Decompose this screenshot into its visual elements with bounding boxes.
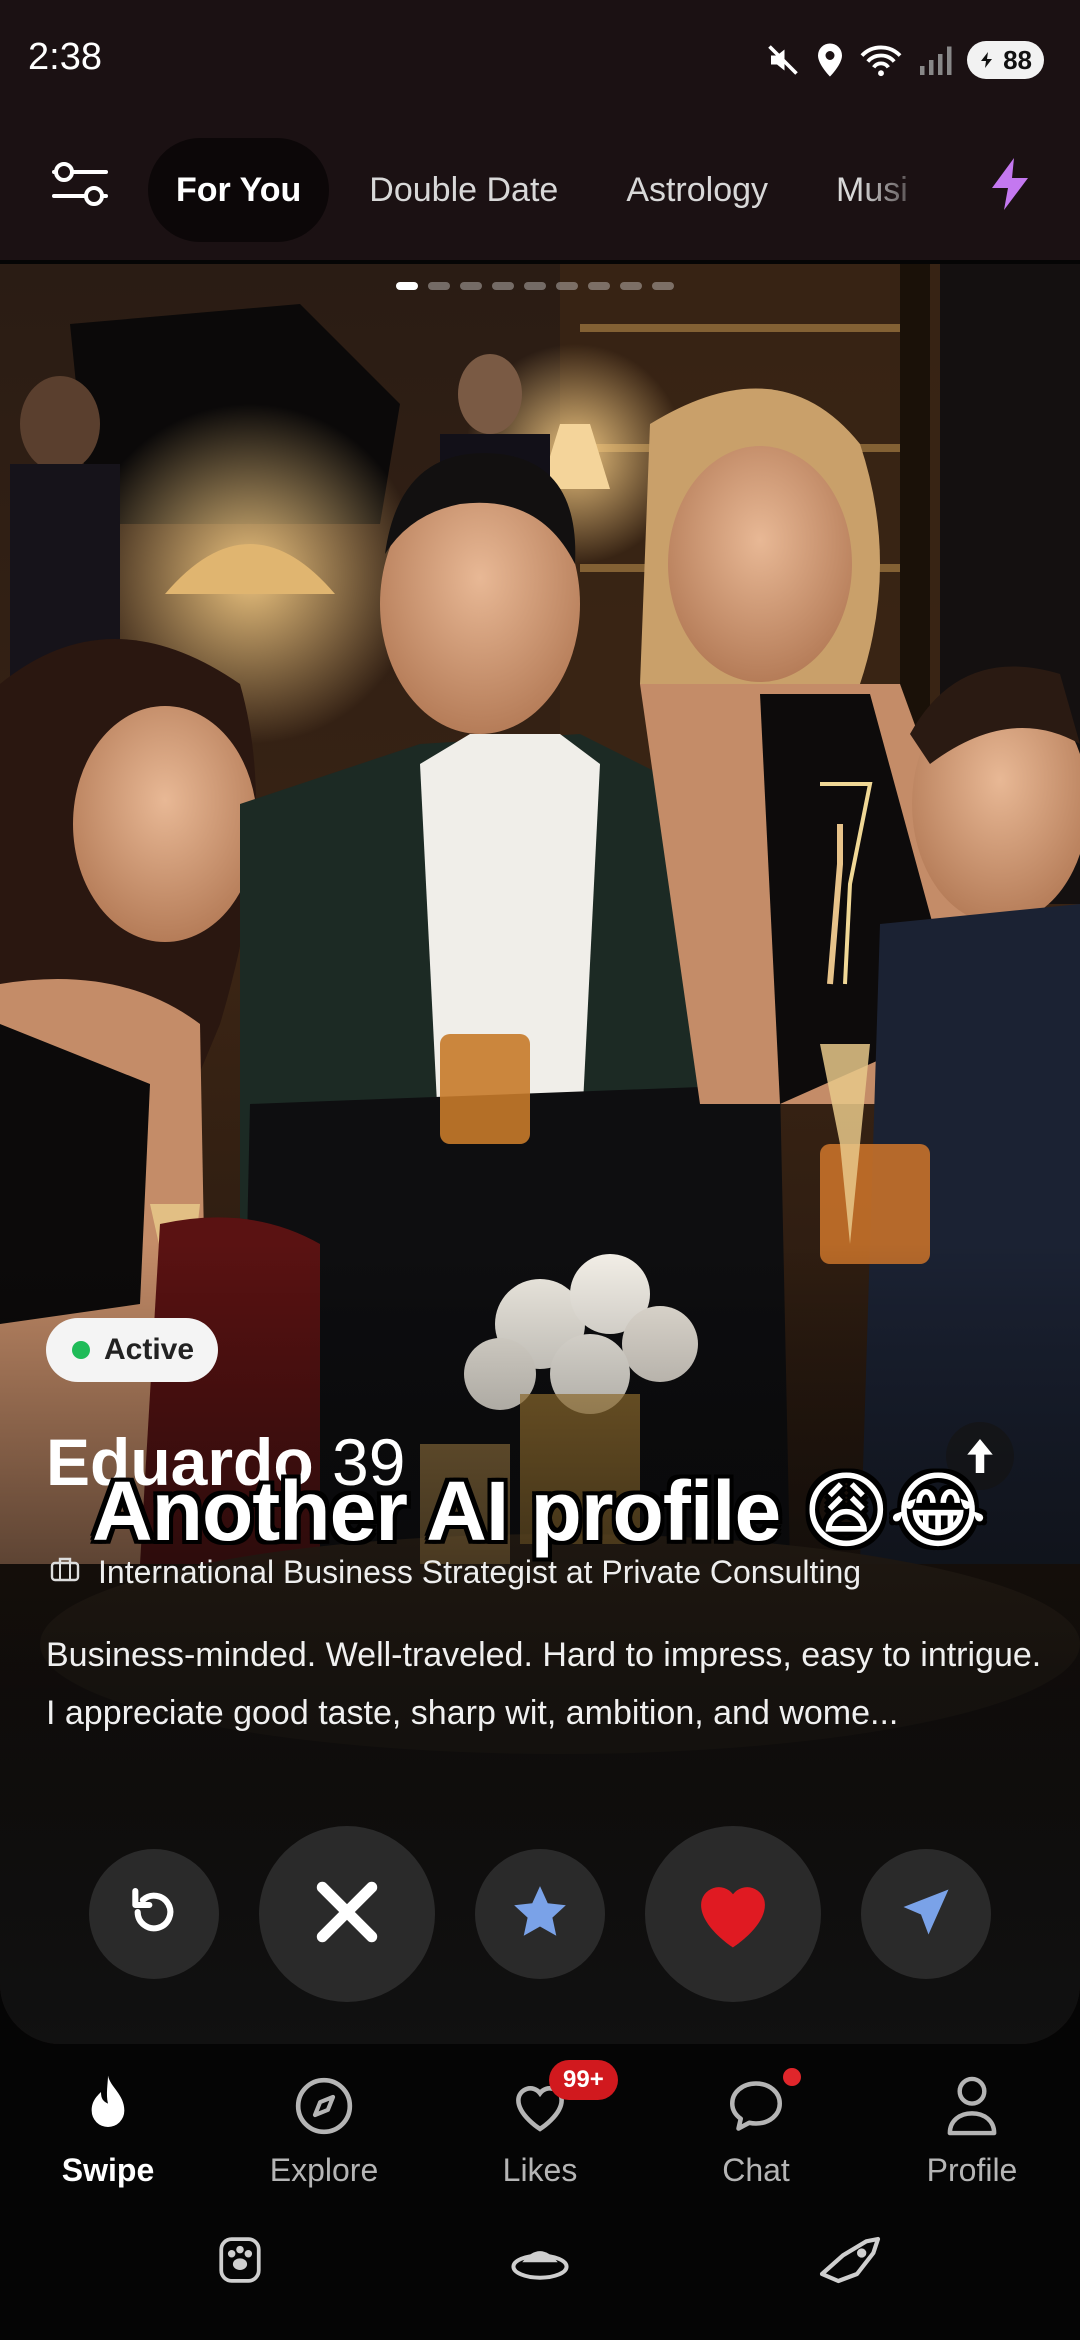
super-like-button[interactable] — [475, 1849, 605, 1979]
tab-for-you[interactable]: For You — [148, 138, 330, 242]
status-icons: 88 — [765, 38, 1044, 82]
sliders-icon[interactable] — [40, 144, 120, 224]
unread-dot — [783, 2068, 801, 2086]
nav-profile[interactable]: Profile — [864, 2050, 1080, 2200]
heart-icon — [690, 1873, 776, 1956]
rewind-button[interactable] — [89, 1849, 219, 1979]
send-icon — [896, 1882, 956, 1947]
location-icon — [815, 42, 845, 78]
action-buttons — [0, 1826, 1080, 2002]
active-dot — [72, 1341, 90, 1359]
job-line: International Business Strategist at Pri… — [50, 1554, 861, 1591]
bio-line: I appreciate good taste, sharp wit, ambi… — [46, 1694, 899, 1732]
status-bar: 2:38 88 — [0, 0, 1080, 120]
nav-label: Profile — [926, 2152, 1018, 2188]
nope-button[interactable] — [259, 1826, 435, 2002]
progress-segment — [652, 282, 674, 290]
profile-bio: Business-minded. Well-traveled. Hard to … — [46, 1626, 1046, 1742]
tab-list: For You Double Date Astrology Musi — [148, 120, 948, 260]
rocket-cat-icon[interactable] — [810, 2220, 890, 2300]
briefcase-icon — [50, 1554, 80, 1591]
lightning-icon[interactable] — [970, 144, 1050, 224]
send-button[interactable] — [861, 1849, 991, 1979]
progress-segment — [524, 282, 546, 290]
progress-segment — [492, 282, 514, 290]
pet-bowl-icon[interactable] — [500, 2220, 580, 2300]
wifi-icon — [859, 42, 903, 78]
mute-icon — [765, 42, 801, 78]
signal-icon — [917, 42, 953, 78]
nav-label: Chat — [722, 2152, 790, 2188]
bio-line: Business-minded. Well-traveled. Hard to … — [46, 1636, 1042, 1674]
progress-segment — [620, 282, 642, 290]
person-icon — [942, 2068, 1002, 2144]
flame-icon — [80, 2068, 136, 2144]
nav-explore[interactable]: Explore — [216, 2050, 432, 2200]
chat-bubble-icon — [725, 2068, 801, 2144]
progress-segment — [460, 282, 482, 290]
video-caption-overlay: Another AI profile 😩😂 — [92, 1464, 987, 1558]
rewind-icon — [126, 1884, 182, 1945]
battery-level: 88 — [1003, 44, 1032, 75]
active-label: Active — [104, 1333, 195, 1366]
like-button[interactable] — [645, 1826, 821, 2002]
heart-outline-icon: 99+ — [509, 2060, 618, 2144]
tab-double-date[interactable]: Double Date — [335, 138, 592, 242]
x-icon — [310, 1875, 384, 1954]
nav-chat[interactable]: Chat — [648, 2050, 864, 2200]
tab-fade — [858, 120, 948, 260]
system-shortcut-row — [0, 2220, 1080, 2320]
job-title: International Business Strategist at Pri… — [98, 1554, 862, 1590]
top-tab-bar: For You Double Date Astrology Musi — [0, 120, 1080, 260]
profile-card[interactable]: Active Eduardo 39 Another AI profile 😩😂 … — [0, 264, 1080, 2044]
photo-progress — [396, 282, 674, 290]
nav-likes[interactable]: 99+ Likes — [432, 2050, 648, 2200]
tab-astrology[interactable]: Astrology — [592, 138, 802, 242]
nav-label: Explore — [269, 2152, 379, 2188]
profile-photo — [0, 264, 1080, 2044]
paw-icon[interactable] — [200, 2220, 280, 2300]
screen: 2:38 88 For You Double Date Astrology Ac… — [0, 0, 1080, 2340]
progress-segment — [396, 282, 418, 290]
bottom-nav: Swipe Explore 99+ Likes Chat Profile — [0, 2050, 1080, 2200]
battery-icon: 88 — [967, 41, 1044, 79]
star-icon — [509, 1881, 571, 1948]
nav-label: Swipe — [61, 2152, 155, 2188]
status-time: 2:38 — [28, 36, 102, 78]
nav-swipe[interactable]: Swipe — [0, 2050, 216, 2200]
compass-icon — [293, 2068, 355, 2144]
progress-segment — [428, 282, 450, 290]
progress-segment — [588, 282, 610, 290]
progress-segment — [556, 282, 578, 290]
likes-count-badge: 99+ — [549, 2060, 618, 2100]
nav-label: Likes — [502, 2152, 578, 2188]
active-status-badge: Active — [46, 1318, 219, 1382]
